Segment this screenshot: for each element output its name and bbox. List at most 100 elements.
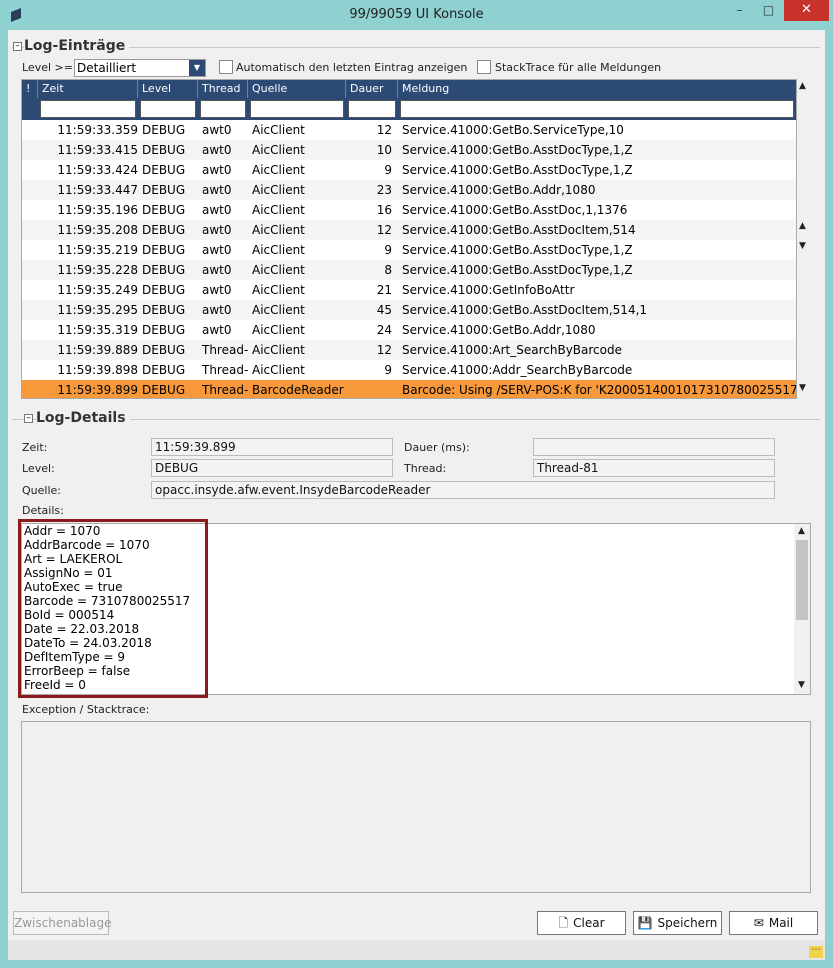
- table-row[interactable]: 11:59:33.447 DEBUG awt0 AicClient 23 Service.…: [22, 180, 796, 200]
- scroll-thumb[interactable]: [796, 540, 808, 620]
- cell-zeit: 11:59:35.219: [57, 243, 138, 257]
- cell-zeit: 11:59:33.415: [57, 143, 138, 157]
- cell-quelle: BarcodeReader: [252, 383, 344, 397]
- cell-dauer: 12: [376, 123, 392, 137]
- cell-thread: awt0: [202, 203, 232, 217]
- cell-thread: awt0: [202, 183, 232, 197]
- resize-grip-icon[interactable]: ⋯: [809, 946, 823, 958]
- minimize-button[interactable]: –: [725, 0, 754, 21]
- cell-dauer: 21: [376, 283, 392, 297]
- scroll-up-icon[interactable]: ▲: [799, 81, 806, 91]
- level-filter-label: Level >=: [22, 61, 73, 74]
- col-dauer[interactable]: Dauer: [346, 80, 398, 98]
- close-button[interactable]: ✕: [784, 0, 829, 21]
- table-row[interactable]: 11:59:33.359 DEBUG awt0 AicClient 12 Service.…: [22, 120, 796, 140]
- level-field[interactable]: DEBUG: [151, 459, 393, 477]
- cell-meldung: Service.41000:GetBo.Addr,1080: [402, 183, 596, 197]
- table-row[interactable]: 11:59:35.196 DEBUG awt0 AicClient 16 Service.…: [22, 200, 796, 220]
- table-row[interactable]: 11:59:35.228 DEBUG awt0 AicClient 8 Service.4…: [22, 260, 796, 280]
- exception-text-area[interactable]: [21, 721, 811, 893]
- filter-meldung-input[interactable]: [400, 100, 794, 118]
- quelle-field[interactable]: opacc.insyde.afw.event.InsydeBarcodeRead…: [151, 481, 775, 499]
- cell-thread: Thread-: [202, 343, 248, 357]
- cell-level: DEBUG: [142, 283, 186, 297]
- table-row[interactable]: 11:59:39.889 DEBUG Thread- AicClient 12 Servi…: [22, 340, 796, 360]
- cell-quelle: AicClient: [252, 163, 305, 177]
- auto-show-checkbox[interactable]: [219, 60, 233, 74]
- cell-thread: awt0: [202, 263, 232, 277]
- mail-label: Mail: [768, 916, 794, 930]
- details-scrollbar[interactable]: ▲ ▼: [794, 524, 810, 694]
- table-row[interactable]: 11:59:35.208 DEBUG awt0 AicClient 12 Service.…: [22, 220, 796, 240]
- scroll-down-icon[interactable]: ▼: [799, 241, 806, 251]
- stacktrace-label: StackTrace für alle Meldungen: [495, 61, 662, 74]
- level-select-value: Detailliert: [77, 61, 137, 75]
- cell-thread: awt0: [202, 143, 232, 157]
- table-row[interactable]: 11:59:33.424 DEBUG awt0 AicClient 9 Service.4…: [22, 160, 796, 180]
- cell-dauer: 9: [384, 363, 392, 377]
- cell-quelle: AicClient: [252, 203, 305, 217]
- cell-level: DEBUG: [142, 383, 186, 397]
- title-bar[interactable]: 99/99059 UI Konsole – □ ✕: [0, 0, 833, 30]
- section-divider: [12, 47, 820, 48]
- app-window: 99/99059 UI Konsole – □ ✕ – Log-Einträge…: [0, 0, 833, 968]
- table-row[interactable]: 11:59:33.415 DEBUG awt0 AicClient 10 Service.…: [22, 140, 796, 160]
- table-row[interactable]: 11:59:35.295 DEBUG awt0 AicClient 45 Service.…: [22, 300, 796, 320]
- highlight-frame: [18, 519, 208, 698]
- details-label: Details:: [22, 504, 64, 517]
- cell-thread: awt0: [202, 243, 232, 257]
- cell-meldung: Service.41000:GetBo.AsstDocItem,514,1: [402, 303, 648, 317]
- table-row[interactable]: 11:59:35.249 DEBUG awt0 AicClient 21 Service.…: [22, 280, 796, 300]
- cell-level: DEBUG: [142, 143, 186, 157]
- col-zeit[interactable]: Zeit: [38, 80, 138, 98]
- dauer-label: Dauer (ms):: [404, 441, 470, 454]
- col-thread[interactable]: Thread: [198, 80, 248, 98]
- mail-button[interactable]: ✉ Mail: [729, 911, 818, 935]
- zeit-field[interactable]: 11:59:39.899: [151, 438, 393, 456]
- col-meldung[interactable]: Meldung: [398, 80, 796, 98]
- collapse-log-details-icon[interactable]: –: [24, 414, 33, 423]
- table-row[interactable]: 11:59:35.319 DEBUG awt0 AicClient 24 Service.…: [22, 320, 796, 340]
- scroll-up-icon[interactable]: ▲: [799, 221, 806, 231]
- cell-zeit: 11:59:35.196: [57, 203, 138, 217]
- scroll-down-icon[interactable]: ▼: [799, 383, 806, 393]
- col-quelle[interactable]: Quelle: [248, 80, 346, 98]
- cell-thread: awt0: [202, 123, 232, 137]
- log-entries-title: Log-Einträge: [24, 38, 130, 54]
- cell-zeit: 11:59:39.898: [57, 363, 138, 377]
- collapse-log-entries-icon[interactable]: –: [13, 42, 22, 51]
- clipboard-button[interactable]: Zwischenablage: [13, 911, 111, 935]
- table-row[interactable]: 11:59:39.898 DEBUG Thread- AicClient 9 Servic…: [22, 360, 796, 380]
- auto-show-label: Automatisch den letzten Eintrag anzeigen: [236, 61, 468, 74]
- zeit-label: Zeit:: [22, 441, 48, 454]
- cell-zeit: 11:59:33.447: [57, 183, 138, 197]
- table-row[interactable]: 11:59:39.899 DEBUG Thread- BarcodeReader Bar…: [22, 380, 796, 398]
- filter-zeit-input[interactable]: [40, 100, 136, 118]
- col-bang[interactable]: !: [22, 80, 38, 98]
- scroll-up-icon[interactable]: ▲: [798, 526, 805, 536]
- clear-button[interactable]: 🗋 Clear: [537, 911, 626, 935]
- thread-field[interactable]: Thread-81: [533, 459, 775, 477]
- dauer-field[interactable]: [533, 438, 775, 456]
- chevron-down-icon[interactable]: ▼: [189, 60, 205, 76]
- table-row[interactable]: 11:59:35.219 DEBUG awt0 AicClient 9 Service.4…: [22, 240, 796, 260]
- save-button[interactable]: 💾 Speichern: [633, 911, 722, 935]
- cell-dauer: 12: [376, 223, 392, 237]
- cell-level: DEBUG: [142, 343, 186, 357]
- filter-dauer-input[interactable]: [348, 100, 396, 118]
- stacktrace-checkbox[interactable]: [477, 60, 491, 74]
- maximize-button[interactable]: □: [754, 0, 783, 21]
- cell-thread: awt0: [202, 223, 232, 237]
- save-icon: 💾: [637, 916, 653, 930]
- col-level[interactable]: Level: [138, 80, 198, 98]
- table-scrollbar[interactable]: ▲ ▲ ▼ ▼: [797, 79, 812, 399]
- cell-dauer: 16: [376, 203, 392, 217]
- filter-thread-input[interactable]: [200, 100, 246, 118]
- cell-meldung: Service.41000:GetBo.AsstDocType,1,Z: [402, 143, 633, 157]
- section-divider: [12, 419, 820, 420]
- level-select[interactable]: Detailliert ▼: [74, 59, 206, 77]
- cell-meldung: Service.41000:Addr_SearchByBarcode: [402, 363, 633, 377]
- filter-level-input[interactable]: [140, 100, 196, 118]
- filter-quelle-input[interactable]: [250, 100, 344, 118]
- scroll-down-icon[interactable]: ▼: [798, 680, 805, 690]
